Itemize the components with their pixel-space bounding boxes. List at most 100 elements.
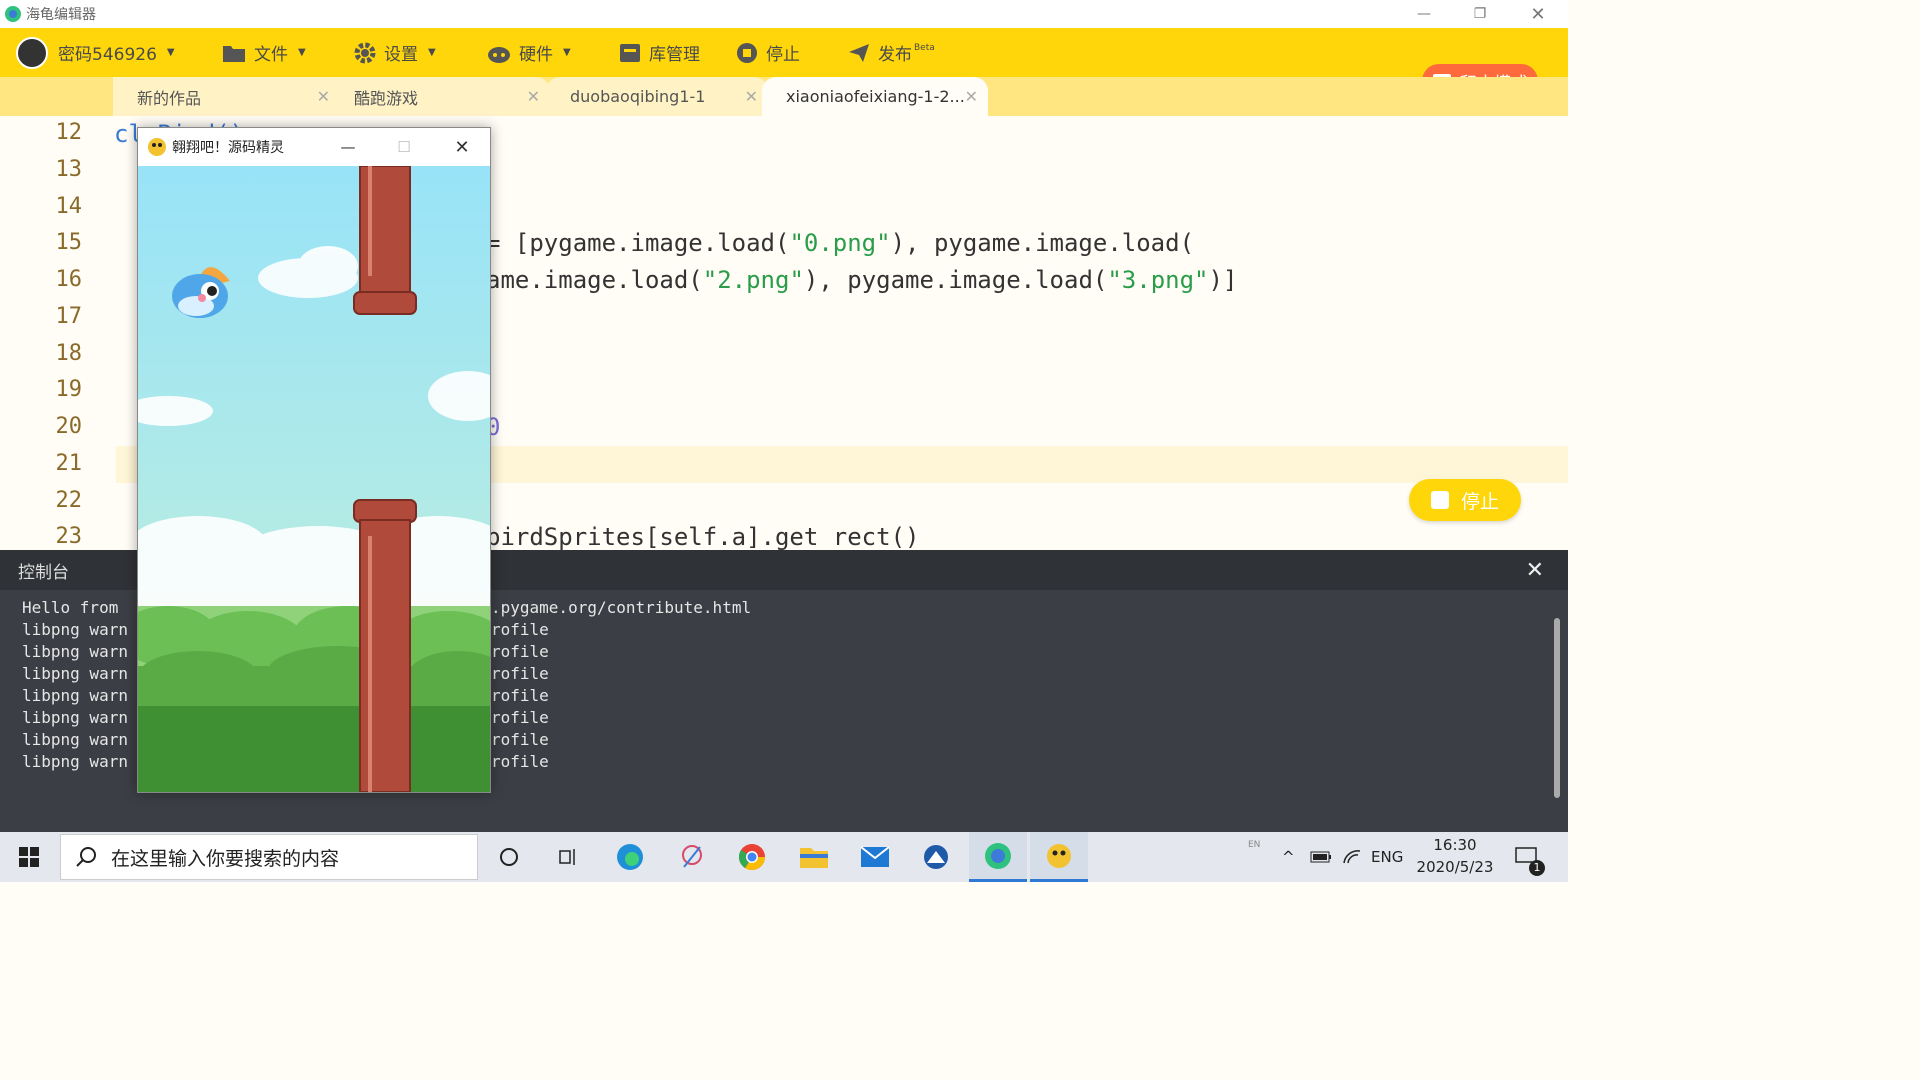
line-number: 18 <box>55 341 83 366</box>
notification-count-badge: 1 <box>1529 860 1545 876</box>
settings-menu-label: 设置 <box>384 45 418 65</box>
mail-button[interactable] <box>846 832 904 882</box>
battery-icon-glyph <box>1310 851 1331 863</box>
turtle-editor-button[interactable] <box>969 832 1027 882</box>
minimize-button[interactable]: — <box>1396 0 1452 28</box>
game-canvas[interactable] <box>138 166 490 792</box>
tab-label: xiaoniaofeixiang-1-2... <box>786 87 965 106</box>
tab-new-work[interactable]: 新的作品 ✕ <box>113 77 340 116</box>
battery-icon[interactable] <box>1310 832 1332 882</box>
close-icon[interactable]: ✕ <box>965 87 978 106</box>
chevron-down-icon: ▼ <box>428 47 436 58</box>
edge-button[interactable] <box>601 832 659 882</box>
windows-logo-icon <box>19 847 39 867</box>
game-window[interactable]: 翱翔吧！源码精灵 — ☐ ✕ <box>137 127 491 793</box>
stop-label: 停止 <box>766 45 800 65</box>
ime-indicator: EN <box>1248 840 1261 850</box>
line-number: 20 <box>55 414 83 439</box>
close-icon[interactable]: ✕ <box>317 87 330 106</box>
line-number: 22 <box>55 488 83 513</box>
close-icon[interactable]: ✕ <box>527 87 540 106</box>
console-line: libpng warn rofile <box>22 708 549 727</box>
console-text: rofile <box>491 752 549 771</box>
tab-xiaoniaofeixiang[interactable]: xiaoniaofeixiang-1-2... ✕ <box>762 77 988 116</box>
clock[interactable]: 16:30 2020/5/23 <box>1406 834 1504 878</box>
console-text: libpng warn <box>22 708 128 727</box>
minimize-button[interactable]: — <box>328 128 368 166</box>
clock-time: 16:30 <box>1433 836 1477 854</box>
code-token: )] <box>1208 266 1238 294</box>
cortana-button[interactable] <box>480 832 538 882</box>
tab-duobaoqibing[interactable]: duobaoqibing1-1 ✕ <box>546 77 768 116</box>
console-text: libpng warn <box>22 664 128 683</box>
tab-bar: 新的作品 ✕ 酷跑游戏 ✕ duobaoqibing1-1 ✕ xiaoniao… <box>0 77 1568 116</box>
clock-date: 2020/5/23 <box>1416 858 1494 876</box>
hardware-menu[interactable]: 硬件 ▼ <box>487 28 571 77</box>
start-button[interactable] <box>0 832 58 882</box>
close-button[interactable]: ✕ <box>1510 0 1566 28</box>
publish-label: 发布 <box>878 45 912 65</box>
folder-icon <box>223 45 245 62</box>
app-button[interactable] <box>907 832 965 882</box>
console-line: libpng warn rofile <box>22 642 549 661</box>
line-number: 23 <box>55 524 83 549</box>
maximize-button: ☐ <box>397 138 411 156</box>
user-menu[interactable]: 密码546926 ▼ <box>16 28 175 77</box>
taskbar-search-input[interactable]: 在这里输入你要搜索的内容 <box>60 834 478 880</box>
close-button[interactable]: ✕ <box>442 128 482 166</box>
console-scrollbar[interactable] <box>1554 618 1560 798</box>
console-text: rofile <box>491 686 549 705</box>
main-toolbar: 密码546926 ▼ 文件 ▼ 设置 ▼ 硬件 ▼ 库管理 停止 发布 Beta… <box>0 28 1568 98</box>
line-number: 21 <box>55 451 83 476</box>
stop-icon <box>1430 491 1449 509</box>
console-line: libpng warn rofile <box>22 730 549 749</box>
code-string: "3.png" <box>1107 266 1209 294</box>
file-explorer-button[interactable] <box>785 832 843 882</box>
line-number: 17 <box>55 304 83 329</box>
restore-button[interactable]: ❐ <box>1452 0 1508 28</box>
publish-button[interactable]: 发布 Beta <box>848 28 935 77</box>
mail-icon <box>860 846 890 867</box>
pygame-window-button[interactable] <box>1030 832 1088 882</box>
stop-button[interactable]: 停止 <box>736 28 800 77</box>
floating-stop-label: 停止 <box>1460 490 1499 513</box>
console-text: libpng warn <box>22 620 128 639</box>
language-indicator[interactable]: ENG <box>1371 832 1403 882</box>
floating-stop-button[interactable]: 停止 <box>1409 479 1521 521</box>
file-menu[interactable]: 文件 ▼ <box>222 28 306 77</box>
console-text: rofile <box>491 642 549 661</box>
tab-label: 酷跑游戏 <box>354 88 419 108</box>
bottom-pipe <box>353 499 417 792</box>
notification-center-button[interactable]: 1 <box>1515 832 1545 882</box>
settings-menu[interactable]: 设置 ▼ <box>354 28 436 77</box>
chevron-down-icon: ▼ <box>563 47 571 58</box>
tab-parkour-game[interactable]: 酷跑游戏 ✕ <box>330 77 550 116</box>
console-line: Hello from .pygame.org/contribute.html <box>22 598 751 617</box>
code-token: ame.image.load( <box>486 266 703 294</box>
turtle-app-icon <box>985 842 1011 869</box>
windows-taskbar: 在这里输入你要搜索的内容 EN ^ ENG 16:30 2020/5/23 1 <box>0 832 1568 882</box>
console-text: libpng warn <box>22 752 128 771</box>
game-titlebar: 翱翔吧！源码精灵 — ☐ ✕ <box>138 128 490 166</box>
close-icon[interactable]: ✕ <box>745 87 758 106</box>
chrome-icon <box>738 844 766 871</box>
library-button[interactable]: 库管理 <box>619 28 700 77</box>
chrome-button[interactable] <box>723 832 781 882</box>
console-line: libpng warn rofile <box>22 620 549 639</box>
cortana-icon <box>500 848 518 866</box>
file-menu-label: 文件 <box>254 45 288 65</box>
console-text: libpng warn <box>22 730 128 749</box>
tab-label: duobaoqibing1-1 <box>570 87 706 106</box>
close-icon[interactable]: ✕ <box>1526 558 1544 583</box>
code-token: ), pygame.image.load( <box>890 229 1195 257</box>
line-number: 16 <box>55 267 83 292</box>
line-number: 14 <box>55 194 83 219</box>
task-view-button[interactable] <box>539 832 597 882</box>
app-button[interactable] <box>663 832 721 882</box>
pygame-snake-icon <box>1047 843 1071 868</box>
wifi-icon[interactable] <box>1342 832 1362 882</box>
code-string: "2.png" <box>702 266 804 294</box>
show-hidden-icons-button[interactable]: ^ <box>1282 832 1295 882</box>
user-name: 密码546926 <box>58 45 157 65</box>
console-line: libpng warn rofile <box>22 752 549 771</box>
